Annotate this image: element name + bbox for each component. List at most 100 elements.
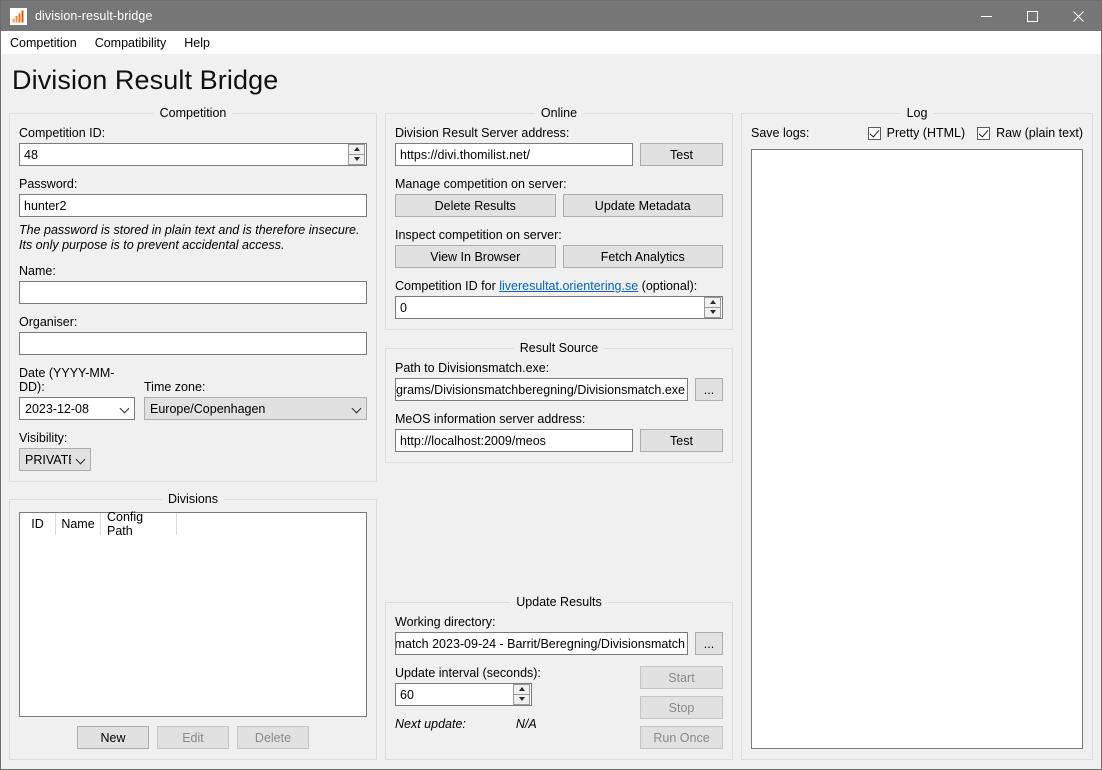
delete-division-button: Delete (237, 726, 309, 749)
new-division-button[interactable]: New (77, 726, 149, 749)
password-note: The password is stored in plain text and… (19, 223, 360, 252)
update-results-group: Update Results Working directory: onsmat… (385, 595, 733, 760)
bar-chart-icon (10, 7, 27, 25)
update-results-group-title: Update Results (510, 595, 608, 609)
next-update-value: N/A (515, 717, 537, 731)
divisionsmatch-path-label: Path to Divisionsmatch.exe: (395, 361, 550, 375)
raw-plain-text-checkbox[interactable]: Raw (plain text) (977, 126, 1083, 140)
window-controls (963, 1, 1101, 31)
update-interval-spin-buttons[interactable] (513, 684, 530, 705)
divisions-table[interactable]: ID Name Config Path (19, 510, 367, 717)
result-source-group-title: Result Source (513, 341, 605, 355)
spinner-up-icon[interactable] (348, 144, 365, 155)
divisionsmatch-path-input[interactable]: Programs/Divisionsmatchberegning/Divisio… (395, 378, 688, 401)
competition-group-title: Competition (153, 106, 233, 120)
date-value: 2023-12-08 (25, 401, 89, 416)
password-label: Password: (19, 177, 78, 191)
liveresultat-id-stepper[interactable]: 0 (395, 296, 723, 319)
pretty-html-label: Pretty (HTML) (886, 126, 966, 140)
organiser-label: Organiser: (19, 315, 78, 329)
log-group: Log Save logs: Pretty (HTML) Raw (plain … (741, 106, 1093, 760)
inspect-competition-label: Inspect competition on server: (395, 228, 562, 242)
server-test-button[interactable]: Test (640, 143, 723, 166)
divisions-table-body (20, 535, 366, 716)
timezone-value: Europe/Copenhagen (150, 401, 266, 416)
menu-item-competition[interactable]: Competition (1, 31, 86, 55)
divisionsmatch-browse-button[interactable]: ... (695, 378, 723, 401)
log-output[interactable] (751, 149, 1083, 749)
middle-column-spacer (385, 463, 733, 593)
update-metadata-button[interactable]: Update Metadata (562, 194, 723, 217)
liveresultat-id-label: Competition ID for liveresultat.orienter… (395, 279, 723, 293)
liveresultat-label-suffix: (optional): (638, 279, 698, 293)
run-once-button: Run Once (640, 726, 723, 749)
edit-division-button: Edit (157, 726, 229, 749)
column-header-id[interactable]: ID (20, 513, 56, 535)
maximize-icon[interactable] (1009, 1, 1055, 31)
online-group: Online Division Result Server address: h… (385, 106, 733, 330)
result-source-group: Result Source Path to Divisionsmatch.exe… (385, 341, 733, 463)
menu-item-help[interactable]: Help (175, 31, 219, 55)
password-input[interactable]: hunter2 (19, 194, 367, 217)
timezone-label: Time zone: (144, 380, 206, 394)
close-icon[interactable] (1055, 1, 1101, 31)
working-directory-browse-button[interactable]: ... (695, 632, 723, 655)
date-label: Date (YYYY-MM-DD): (19, 366, 115, 394)
divisions-group: Divisions ID Name Config Path New Edit D… (9, 492, 377, 760)
stop-button: Stop (640, 696, 723, 719)
start-button: Start (640, 666, 723, 689)
visibility-combo[interactable]: PRIVATE (19, 448, 91, 471)
server-address-label: Division Result Server address: (395, 126, 570, 140)
organiser-input[interactable] (19, 332, 367, 355)
liveresultat-spin-buttons[interactable] (704, 297, 721, 318)
spinner-down-icon[interactable] (513, 694, 530, 705)
right-column: Log Save logs: Pretty (HTML) Raw (plain … (741, 104, 1093, 769)
competition-group: Competition Competition ID: 48 Password:… (9, 106, 377, 482)
liveresultat-link[interactable]: liveresultat.orientering.se (499, 279, 638, 293)
meos-address-input[interactable]: http://localhost:2009/meos (395, 429, 633, 452)
update-interval-label: Update interval (seconds): (395, 666, 541, 680)
pretty-html-checkbox[interactable]: Pretty (HTML) (867, 126, 966, 140)
spinner-down-icon[interactable] (704, 307, 721, 318)
liveresultat-label-prefix: Competition ID for (395, 279, 500, 293)
main-content: Competition Competition ID: 48 Password:… (1, 104, 1101, 769)
middle-column: Online Division Result Server address: h… (385, 104, 733, 769)
liveresultat-id-input[interactable]: 0 (396, 301, 704, 315)
date-combo[interactable]: 2023-12-08 (19, 397, 135, 420)
delete-results-button[interactable]: Delete Results (395, 194, 556, 217)
update-interval-input[interactable]: 60 (396, 688, 513, 702)
competition-id-label: Competition ID: (19, 126, 106, 140)
visibility-value: PRIVATE (25, 452, 71, 467)
spinner-down-icon[interactable] (348, 154, 365, 165)
timezone-combo[interactable]: Europe/Copenhagen (144, 397, 367, 420)
meos-test-button[interactable]: Test (640, 429, 723, 452)
competition-id-spin-buttons[interactable] (348, 144, 365, 165)
fetch-analytics-button[interactable]: Fetch Analytics (562, 245, 723, 268)
column-header-config-path[interactable]: Config Path (101, 510, 177, 538)
spinner-up-icon[interactable] (513, 684, 530, 695)
chevron-down-icon (353, 404, 362, 413)
name-input[interactable] (19, 281, 367, 304)
server-address-input[interactable]: https://divi.thomilist.net/ (395, 143, 633, 166)
log-group-title: Log (900, 106, 934, 120)
menu-bar: Competition Compatibility Help (1, 31, 1101, 55)
view-in-browser-button[interactable]: View In Browser (395, 245, 556, 268)
log-options: Save logs: Pretty (HTML) Raw (plain text… (751, 126, 1083, 140)
minimize-icon[interactable] (963, 1, 1009, 31)
divisions-table-header: ID Name Config Path (20, 510, 366, 538)
working-directory-input[interactable]: onsmatch 2023-09-24 - Barrit/Beregning/D… (395, 632, 688, 655)
competition-id-input[interactable]: 48 (20, 148, 348, 162)
update-interval-stepper[interactable]: 60 (395, 683, 532, 706)
spinner-up-icon[interactable] (704, 297, 721, 308)
column-header-name[interactable]: Name (56, 513, 101, 535)
chevron-down-icon (121, 404, 130, 413)
checkbox-checked-icon[interactable] (977, 126, 991, 140)
title-bar: division-result-bridge (1, 1, 1101, 31)
checkbox-checked-icon[interactable] (867, 126, 881, 140)
application-window: division-result-bridge Competition Compa… (0, 0, 1102, 770)
competition-id-stepper[interactable]: 48 (19, 143, 367, 166)
raw-plain-text-label: Raw (plain text) (996, 126, 1083, 140)
chevron-down-icon (77, 455, 86, 464)
menu-item-compatibility[interactable]: Compatibility (86, 31, 176, 55)
meos-address-label: MeOS information server address: (395, 412, 586, 426)
